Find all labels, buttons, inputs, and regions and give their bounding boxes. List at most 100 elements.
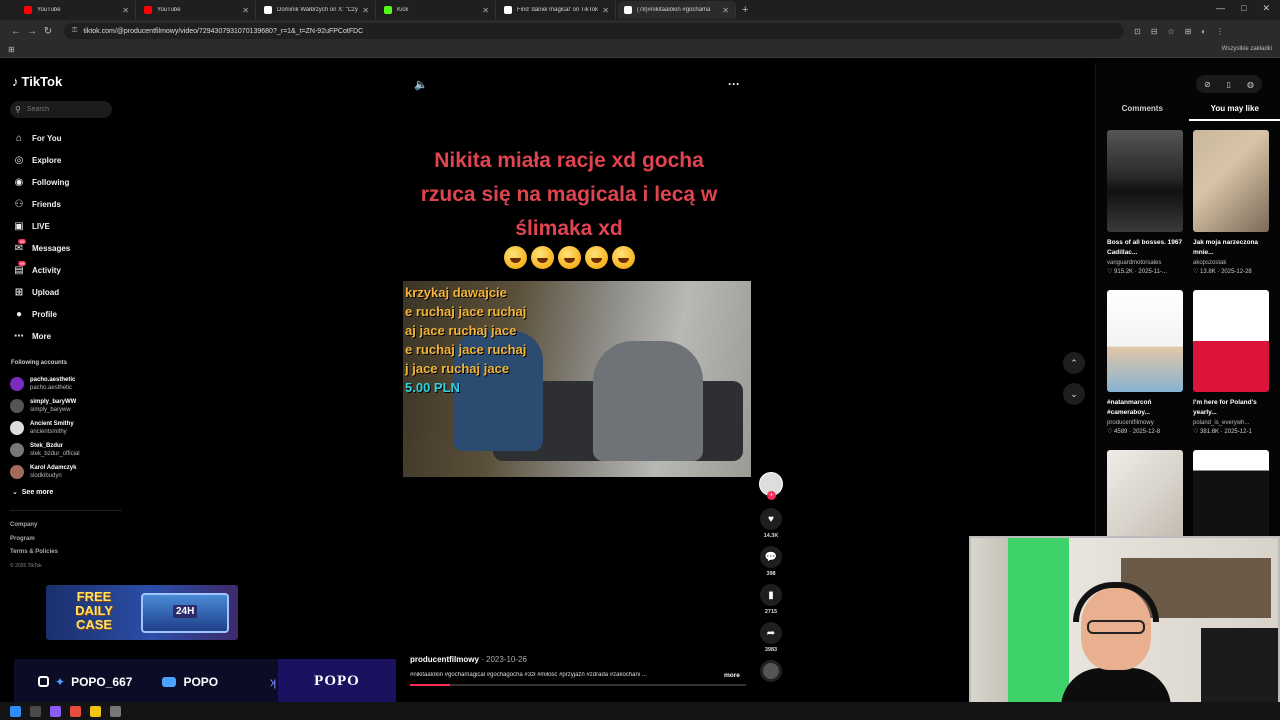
following-account-item[interactable]: Ancient Smithy ancientsmithy — [10, 417, 80, 439]
search-box[interactable]: ⚲ — [10, 101, 112, 118]
back-icon[interactable]: ← — [8, 26, 24, 37]
video-title[interactable]: I'm here for Poland's yearly... — [1193, 398, 1269, 418]
profile-icon[interactable]: ◐ — [1201, 27, 1206, 36]
bookmark-star-icon[interactable]: ☆ — [1167, 27, 1174, 36]
translate-icon[interactable]: ⊡ — [1134, 27, 1141, 36]
forward-icon[interactable]: → — [24, 26, 40, 37]
app-icon[interactable] — [70, 705, 81, 717]
browser-tab[interactable]: (78)#nikitaalokin #gochama ✕ — [618, 1, 736, 19]
following-account-item[interactable]: pacho.aesthetic pacho.aesthetic — [10, 373, 80, 395]
app-icon[interactable] — [110, 705, 121, 717]
video-thumbnail[interactable] — [1107, 130, 1183, 232]
video-author[interactable]: akopszostak — [1193, 260, 1269, 266]
url-field[interactable]: ⚿ tiktok.com/@producentfilmowy/video/729… — [64, 23, 1124, 39]
sidebar-item-upload[interactable]: ⊞ Upload — [12, 281, 70, 303]
app-icon[interactable] — [50, 705, 61, 717]
sidebar-item-explore[interactable]: ◎ Explore — [12, 149, 70, 171]
browser-tab[interactable]: Find 'daniel magical' on TikTok ✕ — [498, 1, 616, 19]
browser-tab[interactable]: Dominik Wałbrzych on X: "Czy ✕ — [258, 1, 376, 19]
taskview-icon[interactable] — [30, 705, 41, 717]
reload-icon[interactable]: ↻ — [40, 26, 56, 37]
following-account-item[interactable]: Stek_Bzdur stek_bzdur_official — [10, 439, 80, 461]
video-title[interactable]: #natanmarcoń #cameraboy... — [1107, 398, 1183, 418]
tab-close-icon[interactable]: ✕ — [482, 6, 489, 15]
more-link[interactable]: more — [724, 672, 740, 679]
browser-tab[interactable]: YouTube ✕ — [18, 1, 136, 19]
author-avatar-action[interactable]: + — [758, 472, 784, 500]
minimize-icon[interactable]: — — [1216, 3, 1225, 14]
all-bookmarks-link[interactable]: Wszystkie zakładki — [1222, 46, 1272, 52]
video-progress-bar[interactable] — [410, 684, 746, 686]
browser-tab[interactable]: YouTube ✕ — [138, 1, 256, 19]
video-thumbnail[interactable] — [1193, 130, 1269, 232]
recommended-video-card[interactable]: Boss of all bosses. 1967 Cadillac... vang… — [1107, 130, 1183, 275]
recommended-video-card[interactable]: Jak moja narzeczona mnie... akopszostak ♡ … — [1193, 130, 1269, 275]
tab-comments[interactable]: Comments — [1096, 99, 1189, 121]
tab-close-icon[interactable]: ✕ — [602, 6, 609, 15]
browser-tab[interactable]: Kick ✕ — [378, 1, 496, 19]
sidebar-item-following[interactable]: ◉ Following — [12, 171, 70, 193]
heart-icon[interactable]: ♥ — [760, 508, 782, 530]
settings-icon[interactable]: ⊘ — [1204, 80, 1211, 89]
comment-action[interactable]: 💬 398 — [758, 546, 784, 577]
tab-you-may-like[interactable]: You may like — [1188, 99, 1280, 121]
follow-plus-icon[interactable]: + — [767, 491, 776, 500]
tab-close-icon[interactable]: ✕ — [242, 6, 249, 15]
more-options-icon[interactable]: ··· — [728, 77, 740, 91]
sidebar-item-for-you[interactable]: ⌂ For You — [12, 127, 70, 149]
video-title[interactable]: Jak moja narzeczona mnie... — [1193, 238, 1269, 258]
share-icon[interactable]: ➦ — [760, 622, 782, 644]
following-account-item[interactable]: simply_baryWW simply_baryww — [10, 395, 80, 417]
new-tab-icon[interactable]: + — [742, 4, 748, 16]
sidebar-item-messages[interactable]: ✉ 99 Messages — [12, 237, 70, 259]
tab-close-icon[interactable]: ✕ — [122, 6, 129, 15]
footer-terms[interactable]: Terms & Policies — [10, 546, 58, 560]
video-title[interactable]: Boss of all bosses. 1967 Cadillac... — [1107, 238, 1183, 258]
video-frame[interactable]: krzykaj dawajcie e ruchaj jace ruchaj aj… — [403, 281, 751, 477]
video-thumbnail[interactable] — [1107, 290, 1183, 392]
bookmark-icon[interactable]: ▮ — [760, 584, 782, 606]
maximize-icon[interactable]: □ — [1241, 3, 1246, 14]
sidebar-item-profile[interactable]: ● Profile — [12, 303, 70, 325]
close-window-icon[interactable]: ✕ — [1262, 3, 1270, 14]
chrome-icon[interactable] — [90, 705, 101, 717]
sidebar-item-more[interactable]: ⋯ More — [12, 325, 70, 347]
video-author[interactable]: producentfilmowy — [1107, 420, 1183, 426]
menu-icon[interactable]: ⋮ — [1216, 27, 1224, 36]
phone-icon[interactable]: ▯ — [1227, 80, 1231, 89]
tab-close-icon[interactable]: ✕ — [722, 6, 729, 15]
like-action[interactable]: ♥ 14.3K — [758, 508, 784, 539]
extensions-icon[interactable]: ⊞ — [1185, 27, 1192, 36]
tab-close-icon[interactable]: ✕ — [362, 6, 369, 15]
volume-icon[interactable]: 🔈 — [414, 78, 428, 91]
search-input[interactable] — [26, 106, 102, 113]
sidebar-item-live[interactable]: ▣ LIVE — [12, 215, 70, 237]
see-more-button[interactable]: ⌄ See more — [12, 488, 53, 496]
author-name[interactable]: producentfilmowy — [410, 655, 479, 664]
video-hashtags[interactable]: #nikitaalokin #gochamagical #gochagocha … — [410, 672, 716, 678]
video-author[interactable]: poland_is_everywh... — [1193, 420, 1269, 426]
site-info-icon[interactable]: ⚿ — [72, 27, 77, 35]
apps-icon[interactable]: ⊞ — [8, 45, 15, 54]
author-avatar[interactable]: + — [759, 472, 783, 500]
tiktok-logo[interactable]: ♪ TikTok — [12, 74, 62, 89]
cast-icon[interactable]: ⊟ — [1151, 27, 1158, 36]
video-thumbnail[interactable] — [1193, 290, 1269, 392]
video-author[interactable]: vanguardmotorsales — [1107, 260, 1183, 266]
sidebar-item-activity[interactable]: ▤ 99 Activity — [12, 259, 70, 281]
start-icon[interactable] — [10, 705, 21, 717]
footer-program[interactable]: Program — [10, 533, 58, 547]
share-action[interactable]: ➦ 3983 — [758, 622, 784, 653]
previous-video-button[interactable]: ⌃ — [1063, 352, 1085, 374]
following-account-item[interactable]: Karol Adamczyk slodkibudyn — [10, 461, 80, 483]
save-action[interactable]: ▮ 2715 — [758, 584, 784, 615]
comment-icon[interactable]: 💬 — [760, 546, 782, 568]
recommended-video-card[interactable]: I'm here for Poland's yearly... poland_is… — [1193, 290, 1269, 435]
music-disc-icon[interactable] — [760, 660, 782, 682]
next-video-button[interactable]: ⌄ — [1063, 383, 1085, 405]
music-disc[interactable] — [758, 660, 784, 682]
sidebar-item-friends[interactable]: ⚇ Friends — [12, 193, 70, 215]
recommended-video-card[interactable]: #natanmarcoń #cameraboy... producentfilmo… — [1107, 290, 1183, 435]
user-avatar-icon[interactable]: ◍ — [1247, 80, 1254, 89]
footer-company[interactable]: Company — [10, 519, 58, 533]
